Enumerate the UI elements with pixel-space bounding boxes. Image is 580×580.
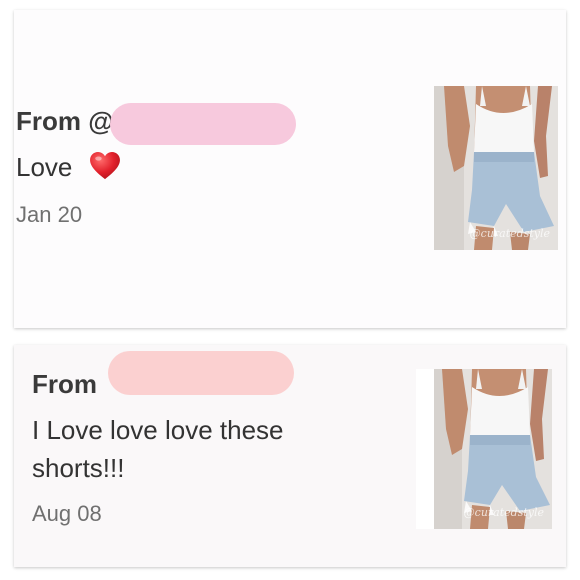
comment-text-line: shorts!!! xyxy=(32,453,125,483)
comment-date: Jan 20 xyxy=(16,202,83,227)
comment-text: Love xyxy=(16,152,73,182)
image-watermark: @curatedstyle xyxy=(469,227,550,240)
comment-date: Aug 08 xyxy=(32,501,102,526)
comment-author-label: From @ xyxy=(16,106,114,136)
redacted-username xyxy=(108,351,294,395)
product-thumbnail[interactable]: @curatedstyle xyxy=(416,369,552,529)
redacted-username xyxy=(110,103,296,145)
red-heart-icon xyxy=(89,152,120,180)
comment-text-row: Love xyxy=(16,152,120,183)
comment-card[interactable]: From I Love love love these shorts!!! Au… xyxy=(14,345,566,567)
comment-card[interactable]: From @ Love Jan 20 @curatedstyle xyxy=(14,10,566,328)
comment-text-line: I Love love love these xyxy=(32,415,284,445)
image-watermark: @curatedstyle xyxy=(463,506,544,519)
product-thumbnail[interactable]: @curatedstyle xyxy=(434,86,558,250)
comment-author-label: From xyxy=(32,369,97,399)
